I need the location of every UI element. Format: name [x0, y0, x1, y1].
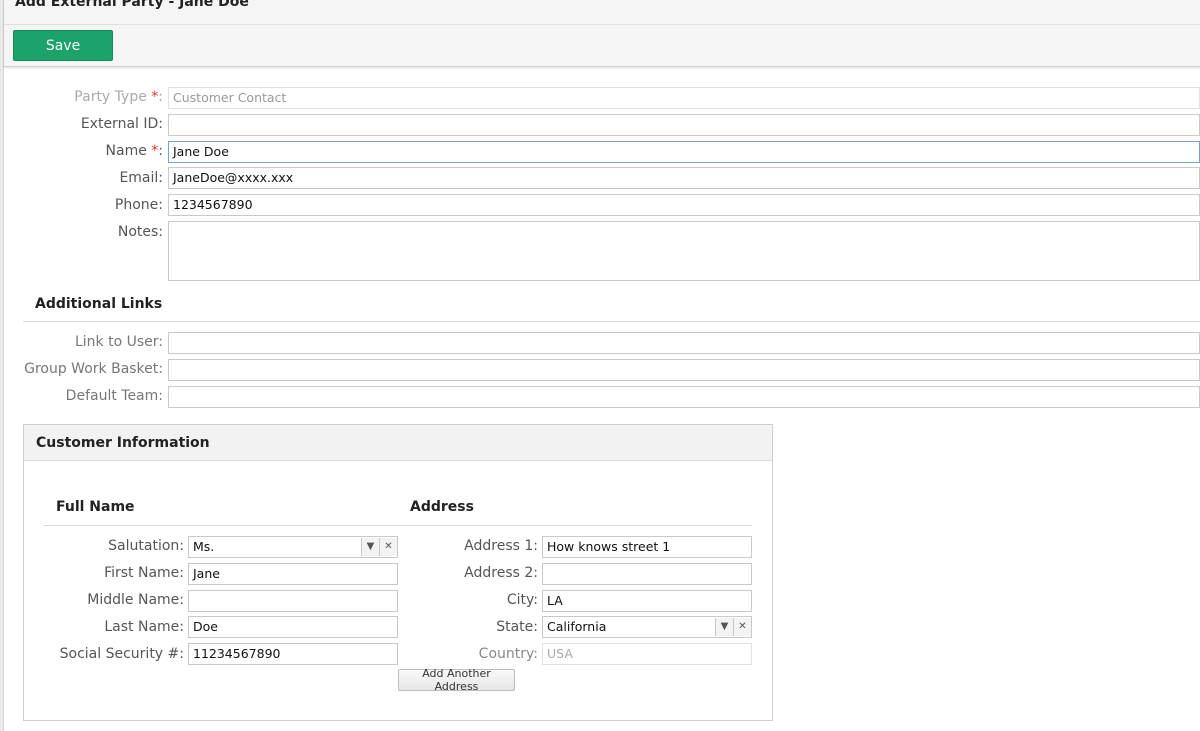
- state-value: California: [547, 619, 607, 634]
- notes-label: Notes:: [117, 224, 163, 240]
- additional-links-heading: Additional Links: [35, 296, 163, 312]
- label-colon: :: [158, 143, 163, 159]
- party-type-label-text: Party Type: [74, 89, 152, 105]
- last-name-label: Last Name:: [104, 619, 184, 635]
- first-name-label: First Name:: [104, 565, 184, 581]
- customer-information-heading: Customer Information: [36, 435, 210, 451]
- header-divider: [4, 24, 1200, 25]
- first-name-input[interactable]: Jane: [188, 563, 398, 585]
- salutation-label: Salutation:: [108, 538, 184, 554]
- address-1-input[interactable]: How knows street 1: [542, 536, 752, 558]
- page-title: Add External Party - Jane Doe: [15, 0, 249, 10]
- party-type-field: Customer Contact: [168, 87, 1200, 109]
- notes-textarea[interactable]: [168, 221, 1200, 281]
- page-header: Add External Party - Jane Doe Save: [4, 0, 1200, 67]
- salutation-value: Ms.: [193, 539, 215, 554]
- ssn-label: Social Security #:: [59, 646, 184, 662]
- label-colon: :: [158, 89, 163, 105]
- external-id-input[interactable]: [168, 114, 1200, 136]
- name-input[interactable]: Jane Doe: [168, 141, 1200, 163]
- name-label: Name *:: [106, 143, 163, 159]
- external-id-label: External ID:: [80, 116, 163, 132]
- salutation-select[interactable]: Ms. ▼ ✕: [188, 536, 398, 558]
- middle-name-label: Middle Name:: [87, 592, 184, 608]
- state-label: State:: [496, 619, 538, 635]
- add-another-address-button[interactable]: Add Another Address: [398, 667, 515, 693]
- party-type-label: Party Type *:: [74, 89, 163, 105]
- email-input[interactable]: JaneDoe@xxxx.xxx: [168, 167, 1200, 189]
- group-work-basket-input[interactable]: [168, 359, 1200, 381]
- left-edge: [0, 0, 4, 731]
- group-work-basket-label: Group Work Basket:: [24, 361, 163, 377]
- chevron-down-icon[interactable]: ▼: [715, 618, 733, 636]
- last-name-input[interactable]: Doe: [188, 616, 398, 638]
- middle-name-input[interactable]: [188, 590, 398, 612]
- address-1-label: Address 1:: [464, 538, 538, 554]
- country-field: USA: [542, 643, 752, 665]
- address-2-input[interactable]: [542, 563, 752, 585]
- address-heading: Address: [410, 499, 474, 515]
- name-label-text: Name: [105, 143, 152, 159]
- address-2-label: Address 2:: [464, 565, 538, 581]
- state-select[interactable]: California ▼ ✕: [542, 616, 752, 638]
- country-label: Country:: [478, 646, 538, 662]
- full-name-heading: Full Name: [56, 499, 135, 515]
- customer-divider: [44, 525, 752, 526]
- link-to-user-input[interactable]: [168, 332, 1200, 354]
- additional-links-divider: [23, 321, 1200, 322]
- chevron-down-icon[interactable]: ▼: [361, 538, 379, 556]
- clear-x-icon[interactable]: ✕: [379, 538, 397, 556]
- default-team-input[interactable]: [168, 386, 1200, 408]
- ssn-input[interactable]: 11234567890: [188, 643, 398, 665]
- link-to-user-label: Link to User:: [74, 334, 163, 350]
- customer-information-header: Customer Information: [24, 425, 772, 461]
- city-label: City:: [506, 592, 538, 608]
- phone-label: Phone:: [114, 197, 163, 213]
- email-label: Email:: [119, 170, 163, 186]
- default-team-label: Default Team:: [65, 388, 163, 404]
- clear-x-icon[interactable]: ✕: [733, 618, 751, 636]
- phone-input[interactable]: 1234567890: [168, 194, 1200, 216]
- city-input[interactable]: LA: [542, 590, 752, 612]
- save-button[interactable]: Save: [13, 30, 113, 61]
